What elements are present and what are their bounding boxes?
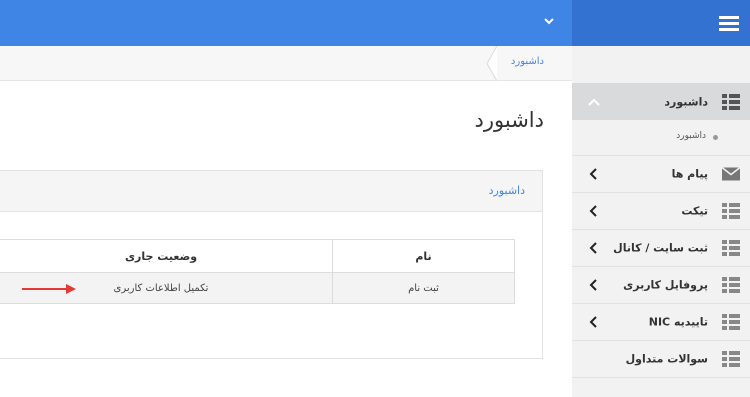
bullet-icon xyxy=(713,135,718,140)
sidebar-header xyxy=(572,0,750,46)
breadcrumb: داشبورد xyxy=(0,46,572,81)
column-header-status: وضعیت جاری xyxy=(0,239,333,273)
sidebar-item-nic[interactable]: تاییدیه NIC xyxy=(572,304,750,341)
chevron-down-icon[interactable] xyxy=(542,14,556,28)
sidebar-item-site-register[interactable]: ثبت سایت / کانال xyxy=(572,230,750,267)
top-navbar xyxy=(0,0,572,46)
sidebar-item-label: داشبورد xyxy=(664,95,708,108)
sidebar-item-label: پیام ها xyxy=(671,167,708,181)
grid-icon xyxy=(722,93,740,110)
panel-title: داشبورد xyxy=(488,184,525,197)
chevron-left-icon xyxy=(589,242,597,254)
table-header-row: نام وضعیت جاری xyxy=(0,239,515,273)
chevron-left-icon xyxy=(589,279,597,291)
table-cell-name: ثبت نام xyxy=(332,272,515,304)
sidebar-item-label: سوالات متداول xyxy=(625,352,708,366)
sidebar-item-ticket[interactable]: تیکت xyxy=(572,193,750,230)
breadcrumb-link-dashboard[interactable]: داشبورد xyxy=(511,56,544,67)
sidebar-item-label: پروفایل کاربری xyxy=(623,278,708,292)
chevron-left-icon xyxy=(589,205,597,217)
chevron-up-icon xyxy=(588,97,600,106)
sidebar-item-faq[interactable]: سوالات متداول xyxy=(572,341,750,378)
chevron-left-icon xyxy=(589,168,597,180)
dashboard-panel: داشبورد نام وضعیت جاری ثبت نام تکمیل اطل… xyxy=(0,170,543,359)
sidebar-item-label: تیکت xyxy=(681,204,708,218)
grid-icon xyxy=(722,277,740,293)
grid-icon xyxy=(722,351,740,367)
page-title: داشبورد xyxy=(474,108,544,132)
sidebar-item-dashboard[interactable]: داشبورد xyxy=(572,83,750,120)
sidebar-subitem-dashboard[interactable]: داشبورد xyxy=(572,120,750,156)
sidebar-item-label: ثبت سایت / کانال xyxy=(613,241,708,255)
grid-icon xyxy=(722,203,740,219)
sidebar-item-messages[interactable]: پیام ها xyxy=(572,156,750,193)
sidebar-item-label: تاییدیه NIC xyxy=(648,315,708,329)
grid-icon xyxy=(722,240,740,256)
grid-icon xyxy=(722,314,740,330)
sidebar-subitem-label: داشبورد xyxy=(676,131,706,141)
sidebar: داشبورد داشبورد پیام ها تیکت ثبت سایت / … xyxy=(572,0,750,397)
envelope-icon xyxy=(722,167,740,181)
annotation-arrow-icon xyxy=(22,284,76,294)
chevron-left-icon xyxy=(589,316,597,328)
panel-header: داشبورد xyxy=(0,171,542,212)
menu-icon[interactable] xyxy=(719,14,739,32)
column-header-name: نام xyxy=(332,239,515,273)
breadcrumb-separator-icon xyxy=(486,46,498,81)
sidebar-item-profile[interactable]: پروفایل کاربری xyxy=(572,267,750,304)
